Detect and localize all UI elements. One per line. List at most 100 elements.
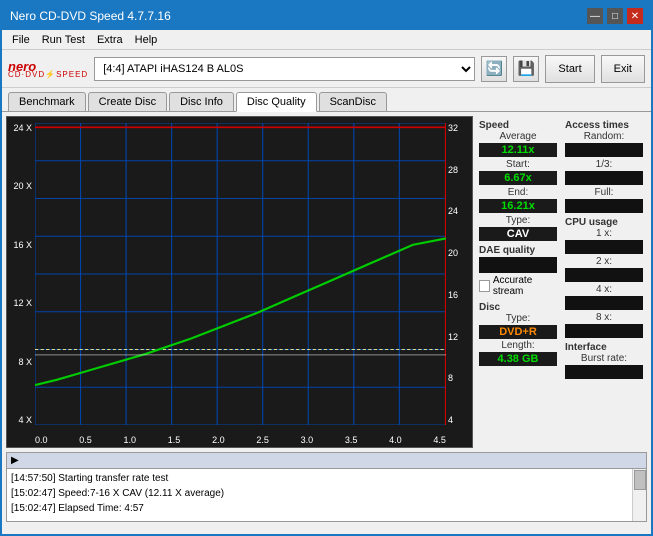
y-right-20: 20 (448, 248, 458, 258)
x-label-3: 3.0 (301, 435, 314, 445)
average-label: Average (477, 131, 559, 142)
y-axis-right: 32 28 24 20 16 12 8 4 (446, 123, 470, 425)
close-button[interactable]: ✕ (627, 8, 643, 24)
log-area: ▶ [14:57:50] Starting transfer rate test… (6, 452, 647, 522)
average-value: 12.11x (479, 143, 557, 157)
cpu-1x-stat: 1 x: (563, 228, 645, 254)
log-entry-0: [14:57:50] Starting transfer rate test (11, 471, 642, 486)
y-right-4: 4 (448, 415, 453, 425)
full-label: Full: (563, 187, 645, 198)
menu-run-test[interactable]: Run Test (36, 32, 91, 48)
dae-section-title: DAE quality (477, 245, 559, 256)
x-label-2: 2.0 (212, 435, 225, 445)
cpu-2x-label: 2 x: (563, 256, 645, 267)
type-value: CAV (479, 227, 557, 241)
save-icon[interactable]: 💾 (513, 56, 539, 82)
left-stats: Speed Average 12.11x Start: 6.67x End: 1… (477, 116, 559, 448)
refresh-icon[interactable]: 🔄 (481, 56, 507, 82)
exit-button[interactable]: Exit (601, 55, 645, 83)
tab-create-disc[interactable]: Create Disc (88, 92, 167, 111)
stats-columns: Speed Average 12.11x Start: 6.67x End: 1… (477, 116, 647, 448)
cpu-1x-value (565, 240, 643, 254)
x-label-05: 0.5 (79, 435, 92, 445)
end-value: 16.21x (479, 199, 557, 213)
y-right-32: 32 (448, 123, 458, 133)
x-label-4: 4.0 (389, 435, 402, 445)
nero-logo: nero CD·DVD⚡SPEED (8, 59, 88, 79)
y-label-4: 4 X (18, 415, 32, 425)
tab-scan-disc[interactable]: ScanDisc (319, 92, 387, 111)
start-stat: Start: 6.67x (477, 159, 559, 185)
nero-logo-subtitle: CD·DVD⚡SPEED (8, 70, 88, 79)
chart-area (35, 123, 446, 425)
accurate-stream-checkbox[interactable] (479, 280, 490, 292)
y-label-12: 12 X (13, 298, 32, 308)
disc-type-label: Type: (477, 313, 559, 324)
disc-length-value: 4.38 GB (479, 352, 557, 366)
cpu-2x-value (565, 268, 643, 282)
menu-extra[interactable]: Extra (91, 32, 129, 48)
y-label-8: 8 X (18, 357, 32, 367)
end-stat: End: 16.21x (477, 187, 559, 213)
chart-container: 24 X 20 X 16 X 12 X 8 X 4 X (6, 116, 473, 448)
log-header-icon: ▶ (11, 455, 19, 466)
tab-disc-info[interactable]: Disc Info (169, 92, 234, 111)
one-third-stat: 1/3: (563, 159, 645, 185)
right-stats: Access times Random: 1/3: Full: CPU usag… (563, 116, 645, 448)
cpu-section-title: CPU usage (563, 217, 645, 228)
log-entry-1: [15:02:47] Speed:7-16 X CAV (12.11 X ave… (11, 486, 642, 501)
accurate-stream-row: Accurate stream (477, 274, 559, 298)
disc-section-title: Disc (477, 302, 559, 313)
full-stat: Full: (563, 187, 645, 213)
start-value: 6.67x (479, 171, 557, 185)
x-label-45: 4.5 (433, 435, 446, 445)
y-right-12: 12 (448, 332, 458, 342)
maximize-button[interactable]: □ (607, 8, 623, 24)
scrollbar-thumb[interactable] (634, 470, 646, 490)
tab-benchmark[interactable]: Benchmark (8, 92, 86, 111)
type-label: Type: (477, 215, 559, 226)
tab-disc-quality[interactable]: Disc Quality (236, 92, 317, 112)
interface-title: Interface (563, 342, 645, 353)
start-button[interactable]: Start (545, 55, 594, 83)
y-right-24: 24 (448, 206, 458, 216)
burst-label: Burst rate: (563, 353, 645, 364)
chart-svg (35, 123, 446, 425)
x-label-15: 1.5 (168, 435, 181, 445)
end-label: End: (477, 187, 559, 198)
title-bar: Nero CD-DVD Speed 4.7.7.16 — □ ✕ (2, 2, 651, 30)
average-stat: Average 12.11x (477, 131, 559, 157)
window-controls: — □ ✕ (587, 8, 643, 24)
cpu-8x-label: 8 x: (563, 312, 645, 323)
toolbar: nero CD·DVD⚡SPEED [4:4] ATAPI iHAS124 B … (2, 50, 651, 88)
one-third-label: 1/3: (563, 159, 645, 170)
menu-bar: File Run Test Extra Help (2, 30, 651, 50)
drive-select[interactable]: [4:4] ATAPI iHAS124 B AL0S (94, 57, 475, 81)
random-label: Random: (563, 131, 645, 142)
menu-file[interactable]: File (6, 32, 36, 48)
x-axis: 0.0 0.5 1.0 1.5 2.0 2.5 3.0 3.5 4.0 4.5 (35, 435, 446, 445)
y-label-20: 20 X (13, 181, 32, 191)
window-title: Nero CD-DVD Speed 4.7.7.16 (10, 9, 171, 23)
cpu-4x-value (565, 296, 643, 310)
y-label-16: 16 X (13, 240, 32, 250)
disc-length-label: Length: (477, 340, 559, 351)
full-value (565, 199, 643, 213)
one-third-value (565, 171, 643, 185)
x-label-25: 2.5 (256, 435, 269, 445)
minimize-button[interactable]: — (587, 8, 603, 24)
accurate-stream-label: Accurate stream (493, 275, 557, 297)
cpu-2x-stat: 2 x: (563, 256, 645, 282)
log-scrollbar[interactable] (632, 469, 646, 521)
menu-help[interactable]: Help (129, 32, 164, 48)
main-window: Nero CD-DVD Speed 4.7.7.16 — □ ✕ File Ru… (0, 0, 653, 536)
x-label-1: 1.0 (124, 435, 137, 445)
burst-value (565, 365, 643, 379)
y-right-28: 28 (448, 165, 458, 175)
start-label: Start: (477, 159, 559, 170)
disc-type-value: DVD+R (479, 325, 557, 339)
random-value (565, 143, 643, 157)
y-right-8: 8 (448, 373, 453, 383)
random-stat: Random: (563, 131, 645, 157)
x-label-35: 3.5 (345, 435, 358, 445)
